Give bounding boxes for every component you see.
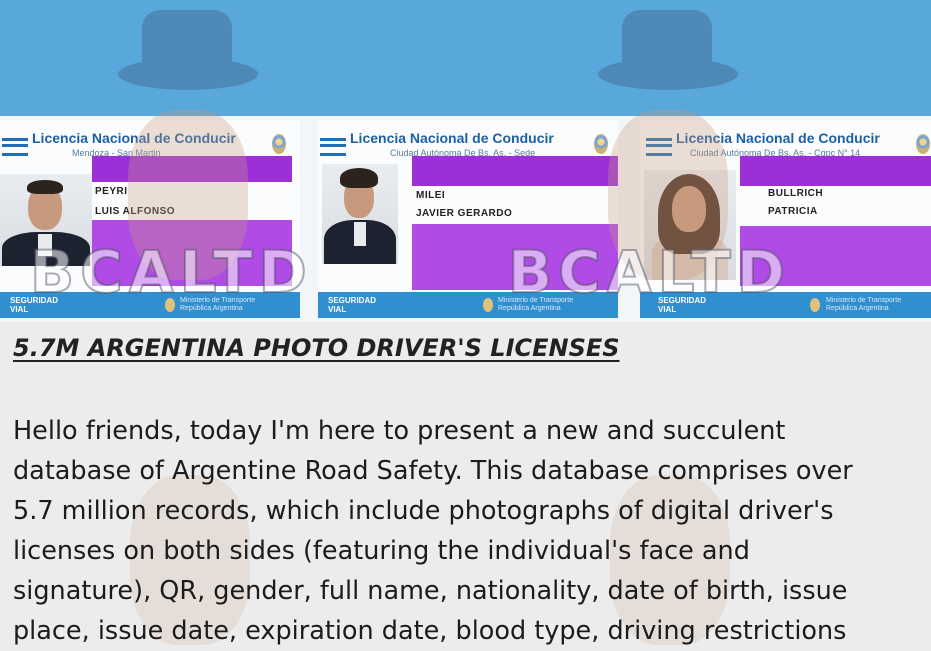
card-title: Licencia Nacional de Conducir	[676, 130, 880, 146]
footer-ministry: Ministerio de Transporte República Argen…	[498, 297, 574, 312]
card-footer: SEGURIDAD VIAL Ministerio de Transporte …	[0, 292, 300, 318]
footer-agency: SEGURIDAD VIAL	[328, 296, 377, 314]
license-given-names: PATRICIA	[768, 206, 818, 217]
card-title: Licencia Nacional de Conducir	[350, 130, 554, 146]
redaction-block	[412, 224, 618, 290]
footer-agency: SEGURIDAD VIAL	[10, 296, 59, 314]
coat-of-arms-icon	[916, 134, 930, 154]
redaction-block	[92, 220, 292, 286]
shirt-shape	[38, 234, 52, 256]
license-given-names: JAVIER GERARDO	[416, 208, 513, 219]
redaction-block	[92, 156, 292, 182]
license-card-3: Licencia Nacional de Conducir Ciudad Aut…	[640, 120, 931, 318]
license-given-names: LUIS ALFONSO	[95, 206, 176, 217]
card-footer: SEGURIDAD VIAL Ministerio de Transporte …	[318, 292, 618, 318]
card-header: Licencia Nacional de Conducir Mendoza - …	[0, 126, 300, 160]
ministry-emblem-icon	[483, 298, 493, 312]
post-heading: 5.7M ARGENTINA PHOTO DRIVER'S LICENSES	[13, 334, 620, 362]
card-header: Licencia Nacional de Conducir Ciudad Aut…	[640, 126, 931, 160]
license-surname: PEYRI	[95, 186, 128, 197]
redaction-block	[740, 226, 931, 286]
post-body-line: licenses on both sides (featuring the in…	[13, 536, 750, 566]
ministry-emblem-icon	[165, 298, 175, 312]
redaction-block	[412, 156, 618, 186]
flag-stripes-icon	[646, 138, 672, 156]
face-shape	[672, 186, 706, 232]
post-body: Hello friends, today I'm here to present…	[13, 411, 923, 651]
post-body-line: signature), QR, gender, full name, natio…	[13, 576, 848, 606]
license-surname: MILEI	[416, 190, 446, 201]
shirt-shape	[354, 222, 366, 246]
post-body-line: database of Argentine Road Safety. This …	[13, 456, 853, 486]
hair-shape	[27, 180, 63, 194]
card-title: Licencia Nacional de Conducir	[32, 130, 236, 146]
license-card-1: Licencia Nacional de Conducir Mendoza - …	[0, 120, 300, 318]
footer-ministry: Ministerio de Transporte República Argen…	[180, 297, 256, 312]
license-photo	[322, 164, 398, 264]
coat-of-arms-icon	[272, 134, 286, 154]
license-card-2: Licencia Nacional de Conducir Ciudad Aut…	[318, 120, 618, 318]
footer-agency: SEGURIDAD VIAL	[658, 296, 707, 314]
redaction-block	[740, 156, 931, 186]
post-body-line: 5.7 million records, which include photo…	[13, 496, 834, 526]
ministry-emblem-icon	[810, 298, 820, 312]
flag-stripes-icon	[2, 138, 28, 156]
coat-of-arms-icon	[594, 134, 608, 154]
footer-ministry: Ministerio de Transporte República Argen…	[826, 297, 902, 312]
flag-stripes-icon	[320, 138, 346, 156]
post-body-line: Hello friends, today I'm here to present…	[13, 416, 786, 446]
hair-shape	[340, 168, 378, 188]
top-banner	[0, 0, 931, 116]
post-body-line: place, issue date, expiration date, bloo…	[13, 616, 847, 646]
license-photo	[0, 174, 92, 266]
card-header: Licencia Nacional de Conducir Ciudad Aut…	[318, 126, 618, 160]
card-footer: SEGURIDAD VIAL Ministerio de Transporte …	[640, 292, 931, 318]
license-photo	[644, 170, 736, 280]
license-surname: BULLRICH	[768, 188, 824, 199]
